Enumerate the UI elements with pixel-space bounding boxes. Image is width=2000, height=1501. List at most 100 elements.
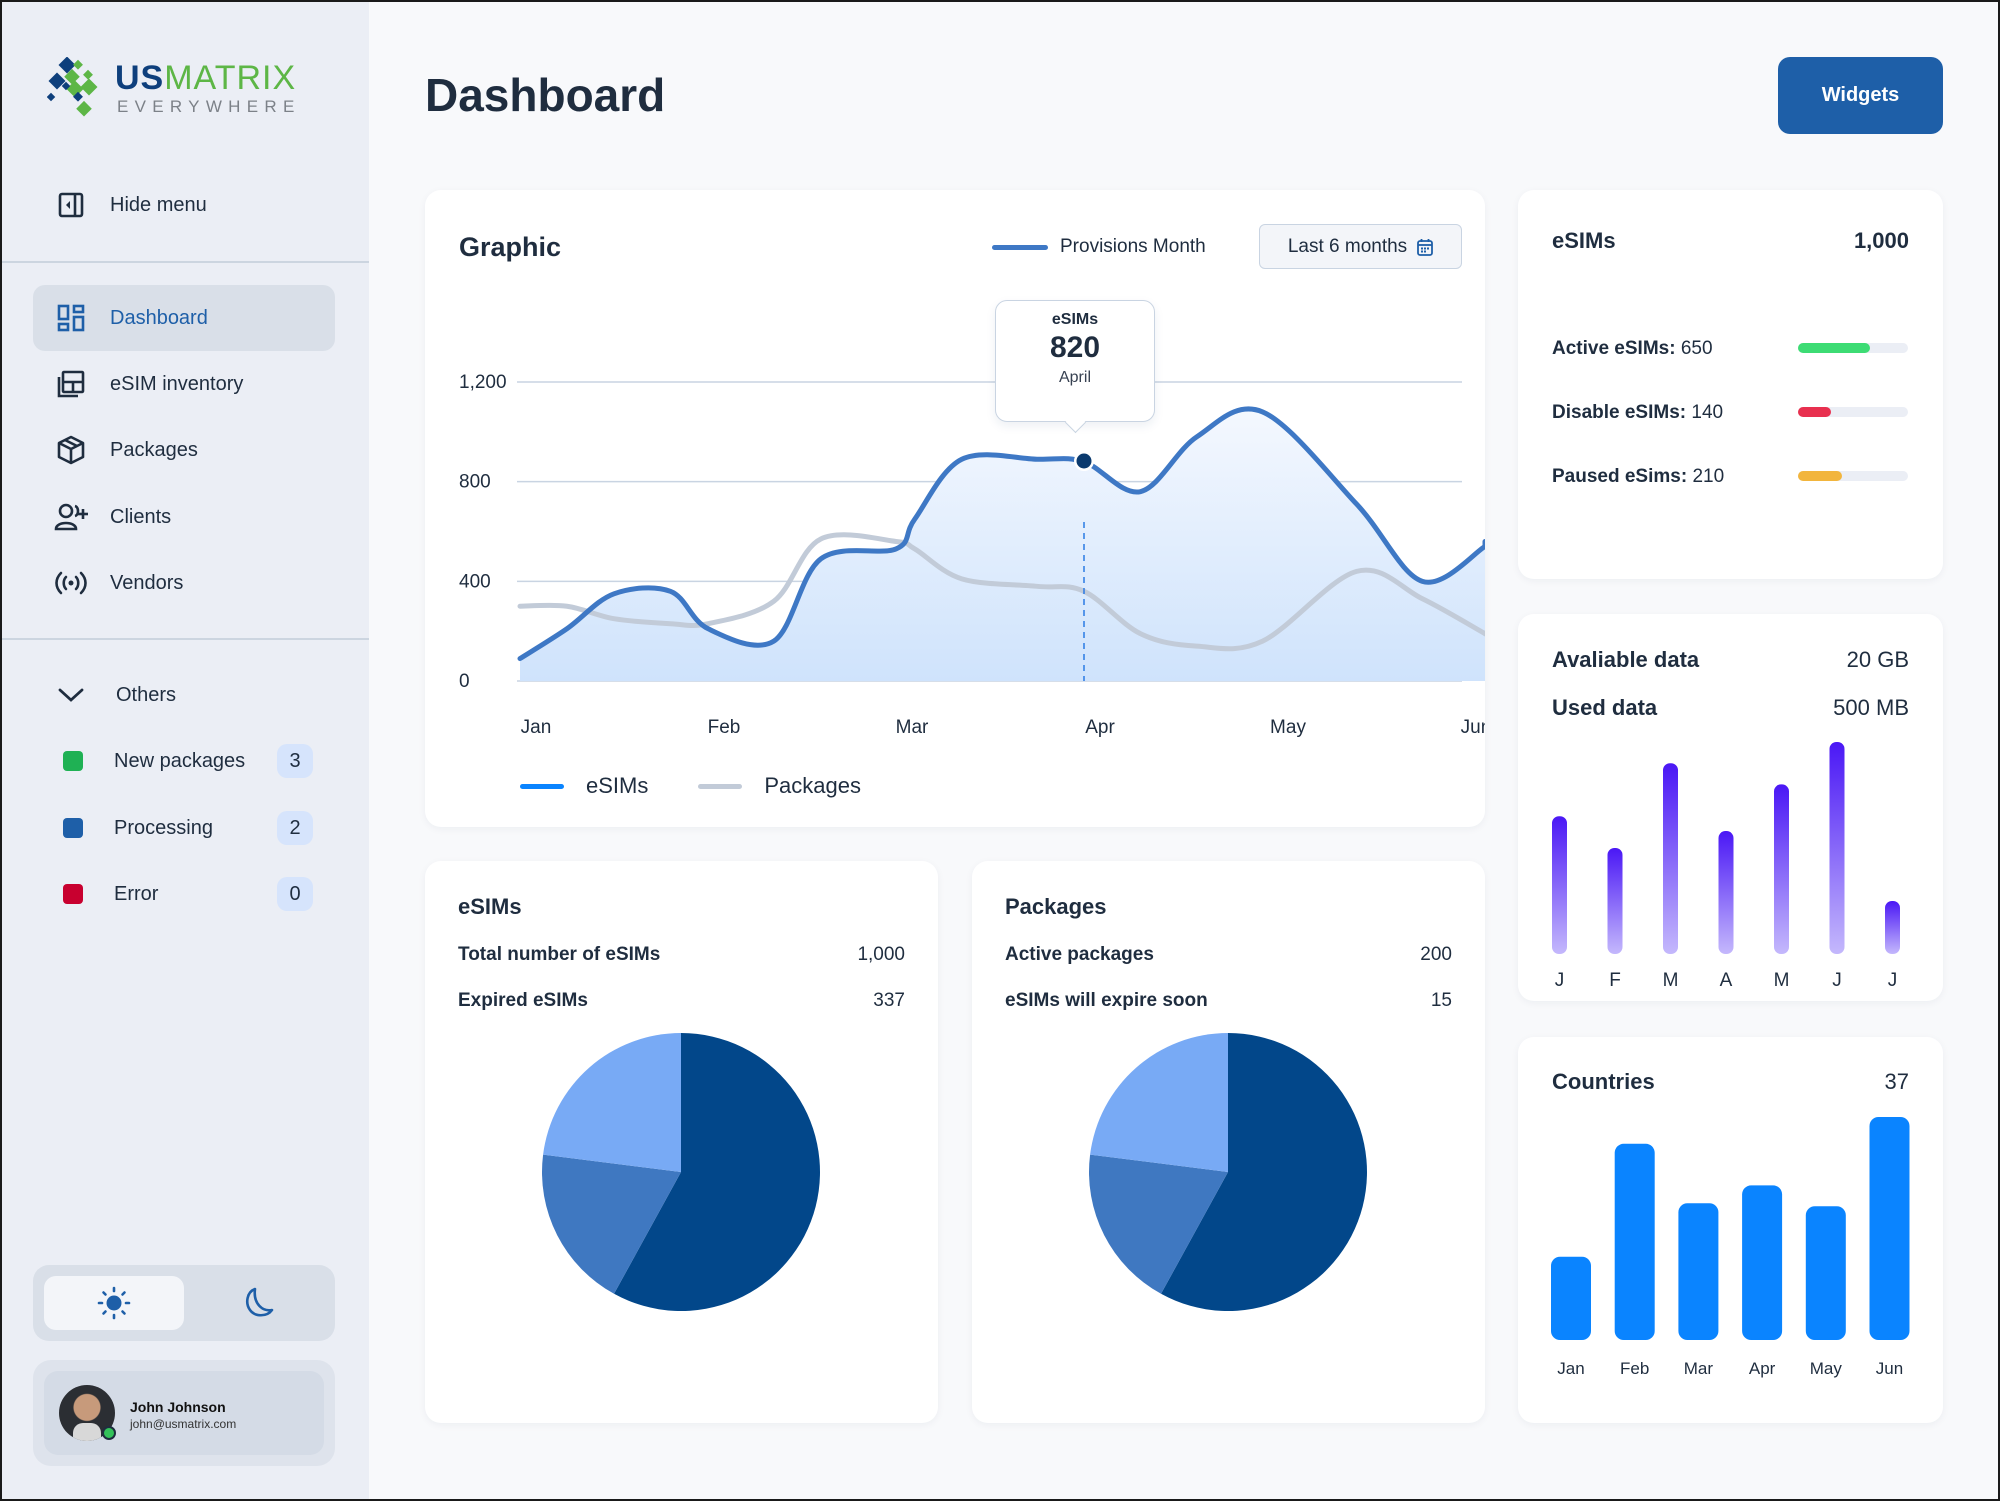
widgets-button[interactable]: Widgets [1778,57,1943,134]
x-tick-label: Jan [1557,1359,1584,1378]
status-item-processing[interactable]: Processing 2 [33,795,335,861]
light-theme-button[interactable] [44,1276,184,1330]
sidebar-item-vendors[interactable]: Vendors [33,550,335,616]
sidebar-item-clients[interactable]: Clients [33,484,335,550]
data-usage-card: Avaliable data 20 GB Used data 500 MB JF… [1518,614,1943,1001]
status-label: New packages [114,749,246,772]
disabled-esims-stat: Disable eSIMs: 140 [1552,402,1724,423]
pie-slice-3[interactable] [1090,1033,1228,1172]
sidebar-divider [0,638,369,640]
count-badge: 3 [277,744,313,778]
sun-icon [97,1286,131,1320]
hide-menu-label: Hide menu [110,193,207,216]
total-esims-value: 1,000 [857,944,905,965]
total-esims-label: Total number of eSIMs [458,944,661,965]
packages-pie-title: Packages [1005,894,1107,919]
data-bar[interactable] [1607,848,1623,954]
country-bar[interactable] [1869,1117,1910,1340]
active-esims-stat: Active eSIMs: 650 [1552,338,1713,359]
country-bar[interactable] [1678,1203,1719,1340]
data-bar[interactable] [1718,831,1734,954]
active-packages-label: Active packages [1005,944,1154,965]
packages-pie-chart [1089,1033,1367,1311]
inventory-icon [54,367,88,401]
x-tick-label: J [1888,970,1898,991]
brand-tagline: EVERYWHERE [117,97,301,116]
sidebar-item-esim-inventory[interactable]: eSIM inventory [33,351,335,417]
x-tick-label: M [1774,970,1790,991]
expired-esims-label: Expired eSIMs [458,990,588,1011]
sidebar: USMATRIX EVERYWHERE Hide menu Dashboard … [0,0,369,1501]
x-tick-label: Apr [1085,717,1115,738]
x-tick-label: Feb [708,717,741,738]
status-color-green-icon [63,751,83,771]
used-data-bar-chart: JFMAMJJ [1552,742,1900,991]
countries-card: Countries 37 Jan Feb Mar Apr May Jun [1518,1037,1943,1423]
moon-icon [245,1287,274,1317]
pie-slice-3[interactable] [543,1033,681,1172]
page-title: Dashboard [425,69,666,121]
user-name: John Johnson [130,1399,226,1415]
x-tick-label: May [1810,1359,1843,1378]
y-tick-label: 0 [459,671,470,692]
y-tick-label: 400 [459,571,491,592]
paused-esims-stat: Paused eSims: 210 [1552,466,1725,487]
tooltip-month: April [1058,369,1091,386]
brand-logo[interactable]: USMATRIX EVERYWHERE [47,57,317,121]
data-bar[interactable] [1885,901,1900,954]
disabled-esims-progress [1798,407,1908,417]
progress-fill [1798,343,1870,353]
hide-menu-button[interactable]: Hide menu [33,172,335,238]
status-label: Error [114,882,159,905]
esims-pie-chart [542,1033,820,1311]
sidebar-item-label: Packages [110,438,198,461]
x-tick-label: Feb [1620,1359,1649,1378]
x-tick-label: F [1609,970,1621,991]
status-item-error[interactable]: Error 0 [33,861,335,927]
country-bar[interactable] [1551,1256,1591,1340]
count-badge: 2 [277,811,313,845]
progress-fill [1798,471,1842,481]
user-profile-card[interactable]: John Johnson john@usmatrix.com [33,1360,335,1466]
packages-legend-swatch [698,783,743,789]
tooltip-value: 820 [1049,331,1101,364]
dark-theme-button[interactable] [193,1276,323,1330]
chart-tooltip: eSIMs 820 April [995,300,1155,422]
data-bar[interactable] [1663,763,1678,954]
data-bar[interactable] [1829,742,1845,954]
sidebar-item-label: Clients [110,505,172,528]
data-bar[interactable] [1774,784,1789,954]
online-status-icon [102,1426,116,1440]
expire-soon-value: 15 [1430,990,1452,1011]
x-tick-label: May [1270,717,1306,738]
x-tick-label: Mar [1684,1359,1714,1378]
data-bar[interactable] [1552,816,1567,954]
collapse-sidebar-icon [54,188,88,222]
sidebar-item-packages[interactable]: Packages [33,417,335,483]
dashboard-icon [54,301,88,335]
legend-label-packages: Packages [764,773,861,798]
active-esims-progress [1798,343,1908,353]
others-toggle[interactable]: Others [33,662,335,728]
esims-pie-title: eSIMs [458,894,522,919]
x-tick-label: Jun [1876,1359,1903,1378]
x-tick-label: Mar [896,717,929,738]
expired-esims-value: 337 [873,990,905,1011]
country-bar[interactable] [1805,1206,1846,1340]
country-bar[interactable] [1742,1185,1783,1340]
esims-legend-swatch [520,783,564,789]
esims-total: 1,000 [1853,228,1909,253]
user-email: john@usmatrix.com [130,1417,237,1431]
sidebar-item-label: Vendors [110,571,184,594]
highlight-point[interactable] [1076,453,1092,469]
x-tick-label: Apr [1749,1359,1776,1378]
active-packages-value: 200 [1420,944,1452,965]
x-tick-label: A [1720,970,1733,991]
country-bar[interactable] [1614,1143,1655,1340]
status-color-red-icon [63,884,83,904]
sidebar-item-dashboard[interactable]: Dashboard [33,285,335,351]
y-tick-label: 800 [459,472,491,493]
status-color-blue-icon [63,818,83,838]
chart-legend: eSIMs Packages [520,773,861,799]
status-item-new-packages[interactable]: New packages 3 [33,728,335,794]
